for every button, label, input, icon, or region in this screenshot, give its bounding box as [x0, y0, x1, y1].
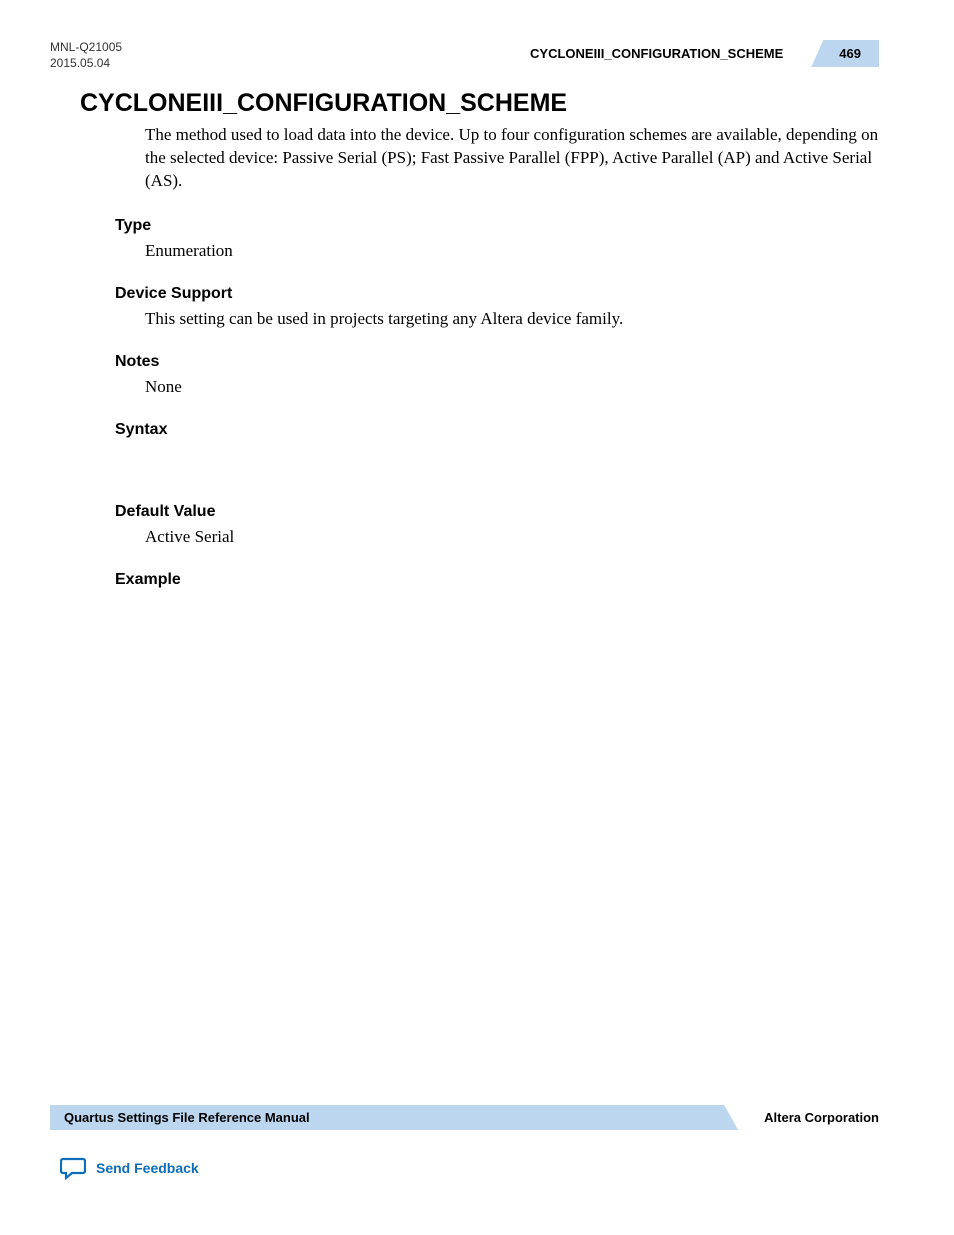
notes-value: None — [145, 377, 879, 397]
main-heading: CYCLONEIII_CONFIGURATION_SCHEME — [80, 89, 879, 118]
type-value: Enumeration — [145, 241, 879, 261]
send-feedback-label[interactable]: Send Feedback — [96, 1160, 199, 1176]
document-id: MNL-Q21005 — [50, 40, 122, 56]
device-support-label: Device Support — [115, 285, 879, 303]
syntax-label: Syntax — [115, 421, 879, 439]
footer-bar: Quartus Settings File Reference Manual A… — [50, 1105, 879, 1130]
example-label: Example — [115, 571, 879, 589]
header-right: CYCLONEIII_CONFIGURATION_SCHEME 469 — [530, 40, 879, 67]
speech-bubble-icon — [60, 1156, 86, 1180]
default-value-label: Default Value — [115, 503, 879, 521]
footer-manual-title: Quartus Settings File Reference Manual — [50, 1105, 738, 1130]
device-support-value: This setting can be used in projects tar… — [145, 309, 879, 329]
header-topic: CYCLONEIII_CONFIGURATION_SCHEME — [530, 46, 783, 61]
send-feedback-link[interactable]: Send Feedback — [60, 1156, 199, 1180]
notes-label: Notes — [115, 353, 879, 371]
intro-paragraph: The method used to load data into the de… — [145, 124, 879, 193]
footer-company: Altera Corporation — [736, 1110, 879, 1125]
document-id-block: MNL-Q21005 2015.05.04 — [50, 40, 122, 71]
type-label: Type — [115, 217, 879, 235]
page-number: 469 — [811, 40, 879, 67]
document-date: 2015.05.04 — [50, 56, 122, 72]
page-header: MNL-Q21005 2015.05.04 CYCLONEIII_CONFIGU… — [50, 40, 879, 71]
default-value-value: Active Serial — [145, 527, 879, 547]
